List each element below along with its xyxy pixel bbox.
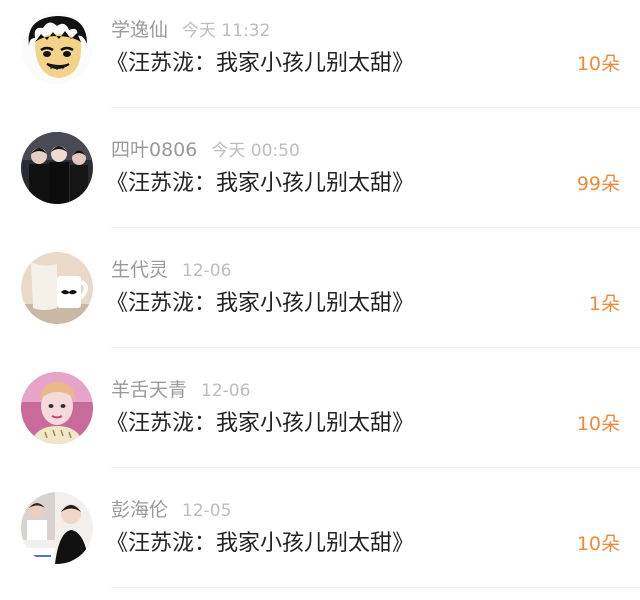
timestamp: 今天 11:32 (182, 21, 271, 41)
flower-count: 1朵 (588, 293, 620, 315)
flower-count: 99朵 (576, 173, 620, 195)
name-line: 学逸仙 今天 11:32 (111, 18, 270, 42)
flower-count: 10朵 (576, 533, 620, 555)
group-photo-avatar-icon[interactable] (21, 132, 93, 204)
song-title: 《汪苏泷：我家小孩儿别太甜》 (106, 51, 415, 76)
list-item[interactable]: 四叶0806 今天 00:50 《汪苏泷：我家小孩儿别太甜》 99朵 (0, 120, 640, 240)
divider (111, 227, 640, 228)
list-item[interactable]: 学逸仙 今天 11:32 《汪苏泷：我家小孩儿别太甜》 10朵 (0, 0, 640, 120)
flower-count: 10朵 (576, 53, 620, 75)
divider (111, 107, 640, 108)
list-item[interactable]: 生代灵 12-06 《汪苏泷：我家小孩儿别太甜》 1朵 (0, 240, 640, 360)
divider (111, 587, 640, 588)
name-line: 彭海伦 12-05 (111, 498, 231, 522)
divider (111, 467, 640, 468)
song-title: 《汪苏泷：我家小孩儿别太甜》 (106, 411, 415, 436)
username[interactable]: 生代灵 (111, 259, 168, 281)
timestamp: 12-06 (201, 381, 251, 401)
username[interactable]: 彭海伦 (111, 499, 168, 521)
list-item[interactable]: 羊舌天青 12-06 《汪苏泷：我家小孩儿别太甜》 10朵 (0, 360, 640, 480)
gift-list: 学逸仙今天 11:32 《汪苏泷：我家小孩儿别太甜》 10朵 四叶0806今 (0, 0, 640, 589)
song-title: 《汪苏泷：我家小孩儿别太甜》 (106, 171, 415, 196)
name-line: 生代灵 12-06 (111, 258, 231, 282)
song-title: 《汪苏泷：我家小孩儿别太甜》 (106, 531, 415, 556)
username[interactable]: 学逸仙 (111, 19, 168, 41)
username[interactable]: 羊舌天青 (111, 379, 187, 401)
name-line: 羊舌天青 12-06 (111, 378, 250, 402)
timestamp: 12-06 (182, 261, 232, 281)
song-title: 《汪苏泷：我家小孩儿别太甜》 (106, 291, 415, 316)
list-item[interactable]: 彭海伦 12-05 《汪苏泷：我家小孩儿别太甜》 10朵 (0, 480, 640, 600)
timestamp: 12-05 (182, 501, 232, 521)
mug-mustache-avatar-icon[interactable] (21, 252, 93, 324)
divider (111, 347, 640, 348)
cartoon-boy-avatar-icon[interactable] (21, 12, 93, 84)
flower-count: 10朵 (576, 413, 620, 435)
photo-collage-avatar-icon[interactable] (21, 492, 93, 564)
portrait-avatar-icon[interactable] (21, 372, 93, 444)
name-line: 四叶0806 今天 00:50 (111, 138, 300, 162)
timestamp: 今天 00:50 (211, 141, 300, 161)
username[interactable]: 四叶0806 (111, 139, 197, 161)
